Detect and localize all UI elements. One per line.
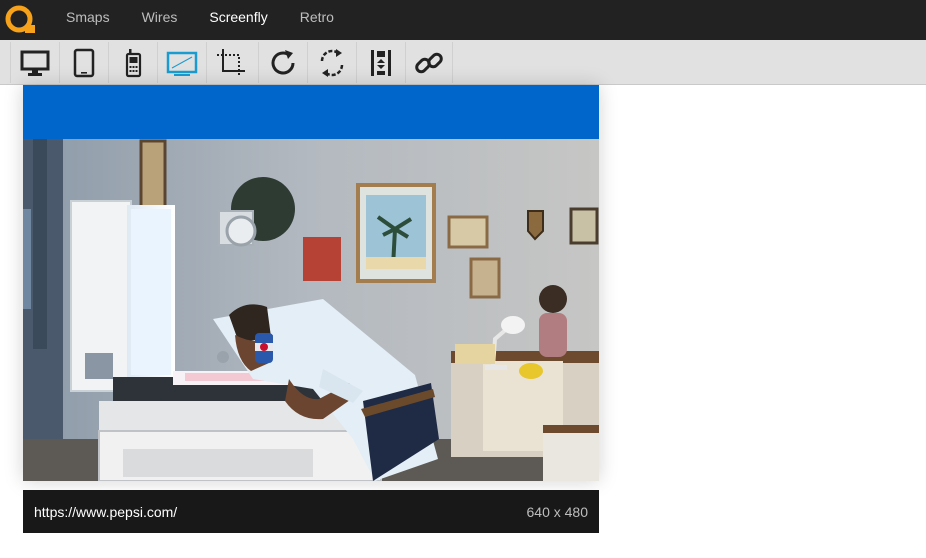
desktop-icon bbox=[20, 50, 49, 76]
nav-item-screenfly[interactable]: Screenfly bbox=[193, 0, 283, 40]
desktop-button[interactable] bbox=[10, 42, 58, 83]
hero-image bbox=[23, 139, 599, 481]
preview-dimensions: 640 x 480 bbox=[526, 504, 589, 520]
device-toolbar bbox=[0, 40, 926, 85]
ruler-tick: 300 bbox=[0, 312, 1, 325]
vertical-ruler: 100 200 300 400 500 bbox=[0, 85, 14, 558]
device-preview-frame[interactable] bbox=[23, 85, 599, 481]
share-link-button[interactable] bbox=[405, 42, 453, 83]
mobile-icon bbox=[125, 48, 141, 77]
site-header-band bbox=[23, 85, 599, 139]
television-button[interactable] bbox=[157, 42, 205, 83]
tablet-icon bbox=[73, 48, 94, 77]
link-icon bbox=[415, 52, 443, 73]
nav-item-smaps[interactable]: Smaps bbox=[50, 0, 126, 40]
rotate-icon bbox=[271, 49, 294, 74]
ruler-tick: 200 bbox=[0, 222, 1, 235]
custom-size-button[interactable] bbox=[206, 42, 254, 83]
tablet-button[interactable] bbox=[59, 42, 107, 83]
nav-item-retro[interactable]: Retro bbox=[284, 0, 350, 40]
television-icon bbox=[166, 51, 197, 76]
rotate-button[interactable] bbox=[258, 42, 306, 83]
preview-url[interactable]: https://www.pepsi.com/ bbox=[34, 504, 177, 520]
preview-statusbar: https://www.pepsi.com/ 640 x 480 bbox=[23, 490, 599, 533]
mobile-button[interactable] bbox=[108, 42, 156, 83]
resize-icon bbox=[370, 49, 391, 76]
scroll-button[interactable] bbox=[307, 42, 355, 83]
top-nav: Smaps Wires Screenfly Retro bbox=[50, 0, 350, 40]
nav-item-wires[interactable]: Wires bbox=[126, 0, 194, 40]
ruler-tick: 400 bbox=[0, 402, 1, 415]
top-navbar: Smaps Wires Screenfly Retro bbox=[0, 0, 926, 40]
resize-button[interactable] bbox=[356, 42, 404, 83]
scroll-icon bbox=[320, 48, 343, 77]
ruler-tick: 100 bbox=[0, 132, 1, 145]
ruler-tick: 500 bbox=[0, 492, 1, 505]
custom-size-icon bbox=[216, 48, 245, 77]
screenfly-logo-icon[interactable] bbox=[5, 5, 37, 35]
